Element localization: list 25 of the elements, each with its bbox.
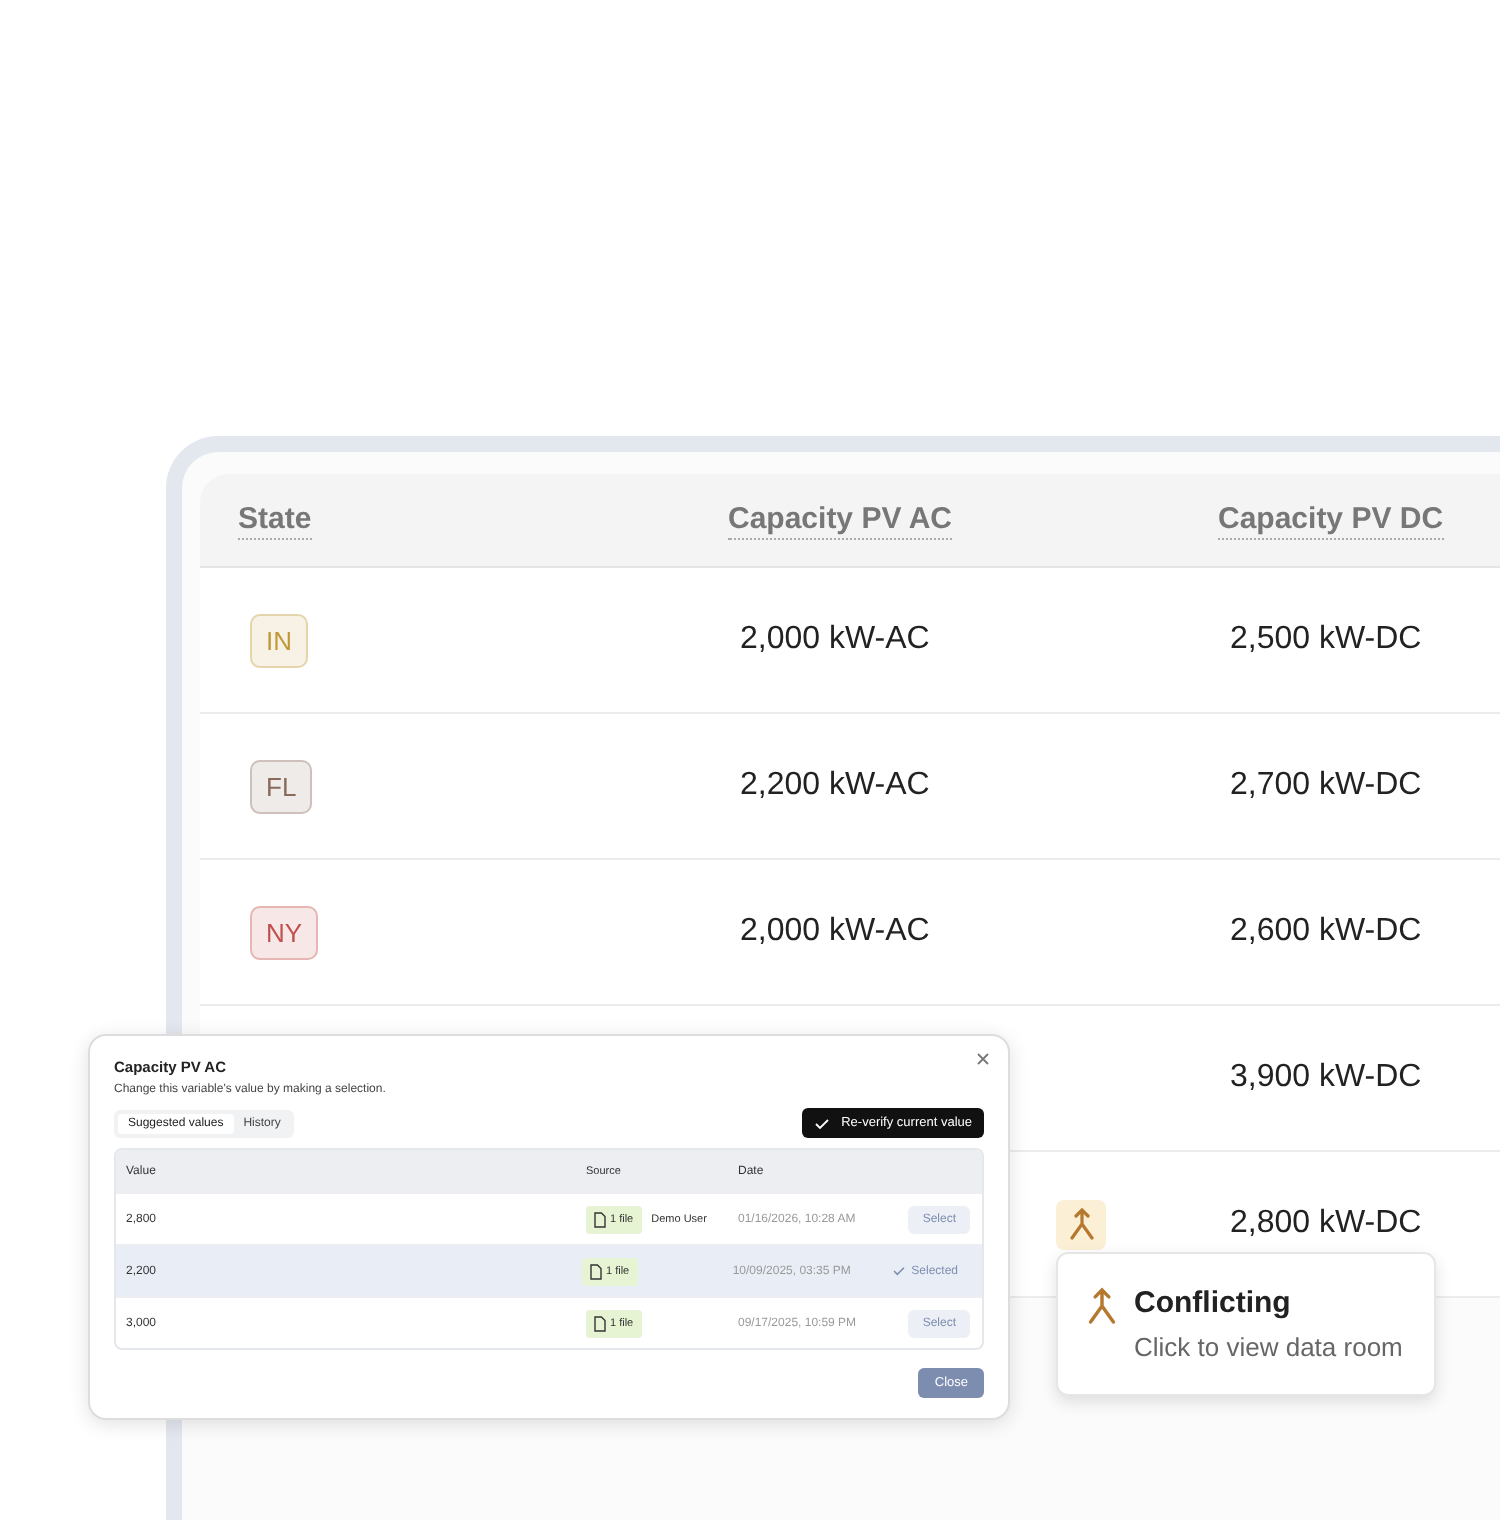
state-badge: FL [250,759,313,813]
file-icon [594,1315,606,1331]
table-cell: 2,800 kW-DC [1230,1206,1422,1240]
tooltip[interactable]: Conflicting Click to view data room [1056,1252,1436,1396]
check-icon [891,1266,906,1276]
check-icon [813,1117,830,1129]
table-cell: 2,200 kW-AC [740,768,930,804]
column-header[interactable]: Capacity PV AC [728,501,952,539]
merge-icon[interactable] [1056,1199,1106,1249]
merge-icon [1086,1286,1118,1326]
state-badge: NY [250,905,319,959]
table-cell: 3,900 kW-DC [1230,1060,1422,1094]
table-cell: 2,000 kW-AC [740,914,930,950]
file-icon [594,1211,606,1227]
column-header[interactable]: Capacity PV DC [1218,502,1444,540]
close-icon[interactable] [976,1052,990,1066]
column-header[interactable]: State [238,502,312,540]
state-badge: IN [250,613,308,667]
table-cell: 2,700 kW-DC [1230,768,1422,802]
table-cell: 2,500 kW-DC [1230,622,1422,656]
table-cell: 2,600 kW-DC [1230,914,1422,948]
tooltip-text: Click to view data room [1134,1332,1403,1362]
table-cell: 2,000 kW-AC [740,622,930,658]
tooltip-title: Conflicting [1134,1286,1293,1320]
file-icon [590,1263,602,1279]
